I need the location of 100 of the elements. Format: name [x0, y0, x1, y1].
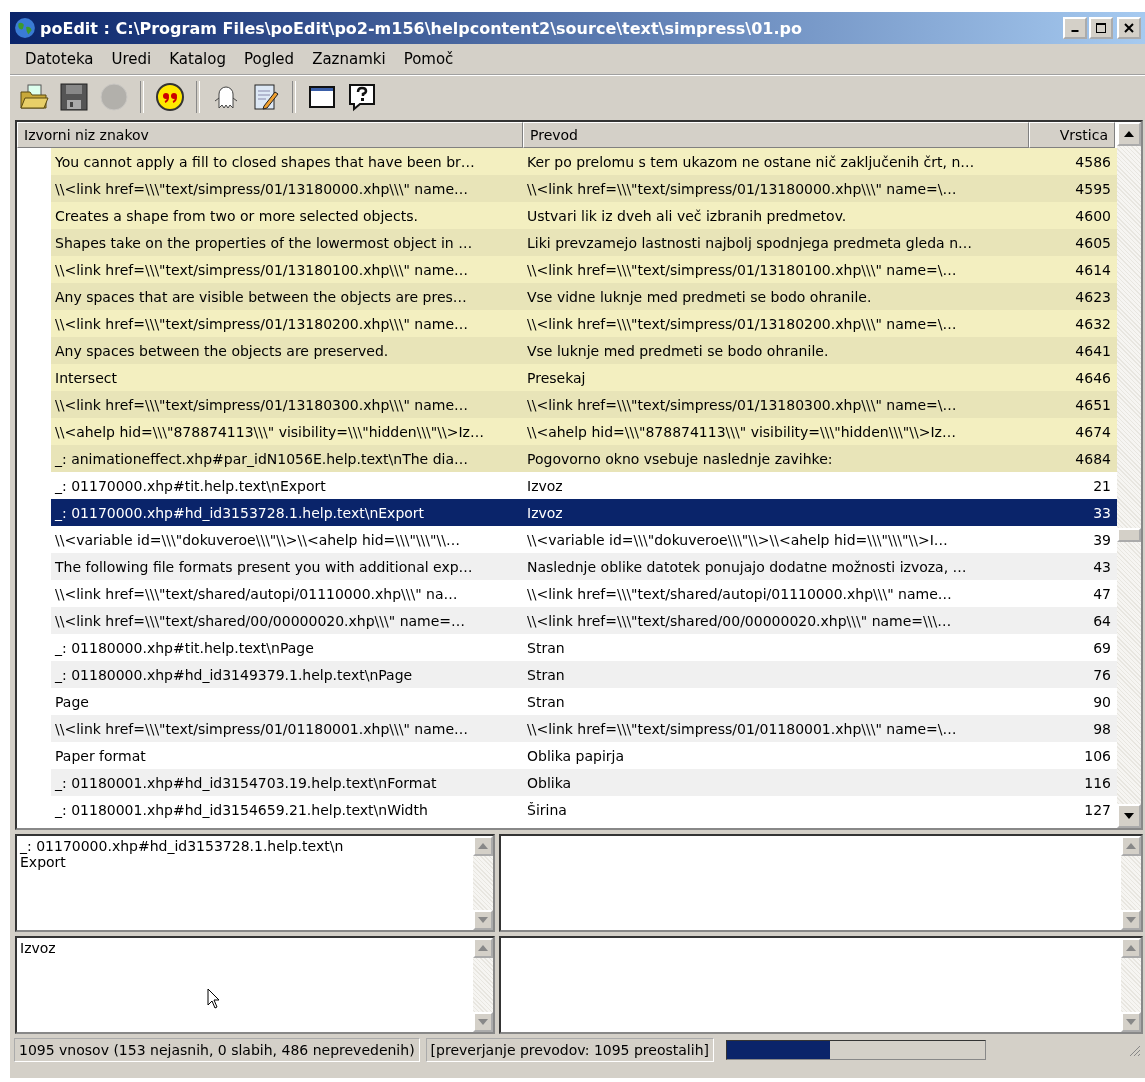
status-text: 1095 vnosov (153 nejasnih, 0 slabih, 486 neprevedenih) [14, 1038, 420, 1062]
table-cell-text: Stran [526, 693, 566, 710]
table-cell-text: 33 [1092, 504, 1112, 521]
minimize-icon [1071, 30, 1079, 32]
down-arrow-icon[interactable] [1124, 813, 1134, 819]
table-row[interactable]: Any spaces between the objects are preserved. Vse luknje med predmeti se bodo ohranile. 4641 [17, 337, 1117, 364]
table-cell-text: 4586 [1074, 153, 1112, 170]
table-cell-text: 4614 [1074, 261, 1112, 278]
menu-item[interactable]: Uredi [102, 50, 161, 68]
table-row[interactable]: \\<link href=\\\"text/simpress/01/13180200.xhp\\\" name… \\<link href=\\\"text/simpress/01/13180200.xhp\\\" name=\… 4632 [17, 310, 1117, 337]
table-cell-text: \\<link href=\\\"text/simpress/01/01180001.xhp\\\" name=\… [526, 720, 958, 737]
menu-item[interactable]: Pogled [235, 50, 304, 68]
maximize-icon [1096, 23, 1106, 33]
table-cell-text: Izvoz [526, 477, 564, 494]
globe-icon [14, 17, 36, 39]
table-cell-text: _: 01180000.xhp#tit.help.text\nPage [54, 639, 315, 656]
table-row[interactable]: Creates a shape from two or more selected objects. Ustvari lik iz dveh ali več izbranih predmetov. 4600 [17, 202, 1117, 229]
table-cell-text: \\<link href=\\\"text/simpress/01/13180000.xhp\\\" name… [54, 180, 469, 197]
menu-item[interactable]: Datoteka [16, 50, 103, 68]
column-header[interactable]: Izvorni niz znakov [17, 122, 523, 148]
table-row[interactable]: _: 01180000.xhp#hd_id3149379.1.help.text\nPage Stran 76 [17, 661, 1117, 688]
table-row[interactable]: Any spaces that are visible between the objects are pres… Vse vidne luknje med predmeti se bodo ohranile. 4623 [17, 283, 1117, 310]
notepad-pencil-icon [251, 82, 281, 112]
table-row[interactable]: Shapes take on the properties of the lowermost object in … Liki prevzamejo lastnosti najbolj spodnjega predmeta gleda n… 4605 [17, 229, 1117, 256]
table-cell-text: Ustvari lik iz dveh ali več izbranih predmetov. [526, 207, 848, 224]
table-cell-text: 76 [1092, 666, 1112, 683]
table-row[interactable]: The following file formats present you with additional exp… Naslednje oblike datotek ponujajo dodatne možnosti izvoza, … 43 [17, 553, 1117, 580]
scroll-thumb[interactable] [1117, 527, 1141, 542]
table-cell-text: _: 01170000.xhp#hd_id3153728.1.help.text\nExport [54, 504, 426, 521]
open-folder-icon [19, 82, 49, 112]
circle-icon [99, 82, 129, 112]
menu-item[interactable]: Zaznamki [303, 50, 395, 68]
column-header[interactable]: Prevod [523, 122, 1029, 148]
table-cell-text: 4674 [1074, 423, 1112, 440]
table-cell-text: Shapes take on the properties of the lowermost object in … [54, 234, 474, 251]
source-text: Export [20, 854, 67, 870]
table-cell-text: The following file formats present you with additional exp… [54, 558, 474, 575]
table-cell-text: Oblika [526, 774, 573, 791]
table-cell-text: 21 [1092, 477, 1112, 494]
table-row[interactable]: _: animationeffect.xhp#par_idN1056E.help.text\nThe dia… Pogovorno okno vsebuje naslednje zavihke: 4684 [17, 445, 1117, 472]
table-cell-text: Širina [526, 801, 568, 818]
table-row[interactable]: \\<link href=\\\"text/simpress/01/13180300.xhp\\\" name… \\<link href=\\\"text/simpress/01/13180300.xhp\\\" name=\… 4651 [17, 391, 1117, 418]
table-cell-text: \\<link href=\\\"text/shared/00/00000020.xhp\\\" name=\\\… [526, 612, 953, 629]
table-cell-text: 4651 [1074, 396, 1112, 413]
table-cell-text: _: animationeffect.xhp#par_idN1056E.help.text\nThe dia… [54, 450, 469, 467]
table-cell-text: Izvoz [526, 504, 564, 521]
table-cell-text: \\<link href=\\\"text/simpress/01/13180100.xhp\\\" name… [54, 261, 469, 278]
table-row[interactable]: \\<link href=\\\"text/simpress/01/13180100.xhp\\\" name… \\<link href=\\\"text/simpress/01/13180100.xhp\\\" name=\… 4614 [17, 256, 1117, 283]
table-cell-text: _: 01170000.xhp#tit.help.text\nExport [54, 477, 327, 494]
table-row[interactable]: \\<link href=\\\"text/simpress/01/13180000.xhp\\\" name… \\<link href=\\\"text/simpress/01/13180000.xhp\\\" name=\… 4595 [17, 175, 1117, 202]
table-cell-text: 4623 [1074, 288, 1112, 305]
table-row[interactable]: _: 01180001.xhp#hd_id3154703.19.help.text\nFormat Oblika 116 [17, 769, 1117, 796]
table-cell-text: 43 [1092, 558, 1112, 575]
table-cell-text: 4646 [1074, 369, 1112, 386]
table-cell-text: 4605 [1074, 234, 1112, 251]
table-row[interactable]: You cannot apply a fill to closed shapes that have been br… Ker po prelomu s tem ukazom ne ostane nič zaključenih črt, n… 4586 [17, 148, 1117, 175]
table-row[interactable]: \\<link href=\\\"text/shared/00/00000020.xhp\\\" name=… \\<link href=\\\"text/shared/00/00000020.xhp\\\" name=\\\… 64 [17, 607, 1117, 634]
table-cell-text: Presekaj [526, 369, 587, 386]
minimize-button[interactable] [1063, 17, 1087, 39]
table-cell-text: 90 [1092, 693, 1112, 710]
menu-item[interactable]: Katalog [160, 50, 235, 68]
scrollbar[interactable] [1117, 122, 1141, 828]
table-cell-text: 39 [1092, 531, 1112, 548]
table-cell-text: \\<link href=\\\"text/simpress/01/13180000.xhp\\\" name=\… [526, 180, 958, 197]
close-icon [1124, 23, 1134, 33]
table-row[interactable]: Intersect Presekaj 4646 [17, 364, 1117, 391]
table-cell-text: \\<ahelp hid=\\\"878874113\\\" visibility=\\\"hidden\\\"\\>Iz… [54, 423, 485, 440]
table-cell-text: 47 [1092, 585, 1112, 602]
table-cell-text: Vse vidne luknje med predmeti se bodo ohranile. [526, 288, 873, 305]
close-button[interactable] [1117, 17, 1141, 39]
column-header[interactable]: Vrstica [1029, 122, 1115, 148]
table-cell-text: \\<link href=\\\"text/simpress/01/13180200.xhp\\\" name=\… [526, 315, 958, 332]
resize-grip-icon[interactable] [1127, 1043, 1141, 1057]
table-cell-text: 98 [1092, 720, 1112, 737]
table-cell-text: Paper format [54, 747, 147, 764]
table-cell-text: Vse luknje med predmeti se bodo ohranile. [526, 342, 830, 359]
table-cell-text: 4641 [1074, 342, 1112, 359]
table-cell-text: 106 [1083, 747, 1112, 764]
table-row[interactable]: _: 01170000.xhp#hd_id3153728.1.help.text\nExport Izvoz 33 [17, 499, 1117, 526]
table-cell-text: Creates a shape from two or more selected objects. [54, 207, 419, 224]
table-cell-text: \\<link href=\\\"text/simpress/01/13180300.xhp\\\" name=\… [526, 396, 958, 413]
table-cell-text: Oblika papirja [526, 747, 626, 764]
table-row[interactable]: \\<link href=\\\"text/simpress/01/01180001.xhp\\\" name… \\<link href=\\\"text/simpress/01/01180001.xhp\\\" name=\… 98 [17, 715, 1117, 742]
table-cell-text: Any spaces between the objects are preserved. [54, 342, 390, 359]
table-row[interactable]: \\<ahelp hid=\\\"878874113\\\" visibility=\\\"hidden\\\"\\>Iz… \\<ahelp hid=\\\"878874113\\\" visibility=\\\"hidden\\\"\\>Iz… 4674 [17, 418, 1117, 445]
table-cell-text: \\<ahelp hid=\\\"878874113\\\" visibility=\\\"hidden\\\"\\>Iz… [526, 423, 957, 440]
table-cell-text: \\<link href=\\\"text/simpress/01/13180200.xhp\\\" name… [54, 315, 469, 332]
window-title: poEdit : C:\Program Files\poEdit\po2-m156\helpcontent2\source\text\simpress\01.po [40, 18, 802, 38]
menu-item[interactable]: Pomoč [394, 50, 463, 68]
table-cell-text: Stran [526, 639, 566, 656]
help-icon [347, 82, 377, 112]
up-arrow-icon[interactable] [1124, 131, 1134, 137]
table-cell-text: \\<link href=\\\"text/shared/00/00000020.xhp\\\" name=… [54, 612, 467, 629]
table-cell-text: Naslednje oblike datotek ponujajo dodatne možnosti izvoza, … [526, 558, 968, 575]
maximize-button[interactable] [1089, 17, 1113, 39]
quote-icon [155, 82, 185, 112]
table-cell-text: 127 [1083, 801, 1112, 818]
table-cell-text: 64 [1092, 612, 1112, 629]
table-cell-text: You cannot apply a fill to closed shapes that have been br… [54, 153, 476, 170]
table-cell-text: Intersect [54, 369, 118, 386]
